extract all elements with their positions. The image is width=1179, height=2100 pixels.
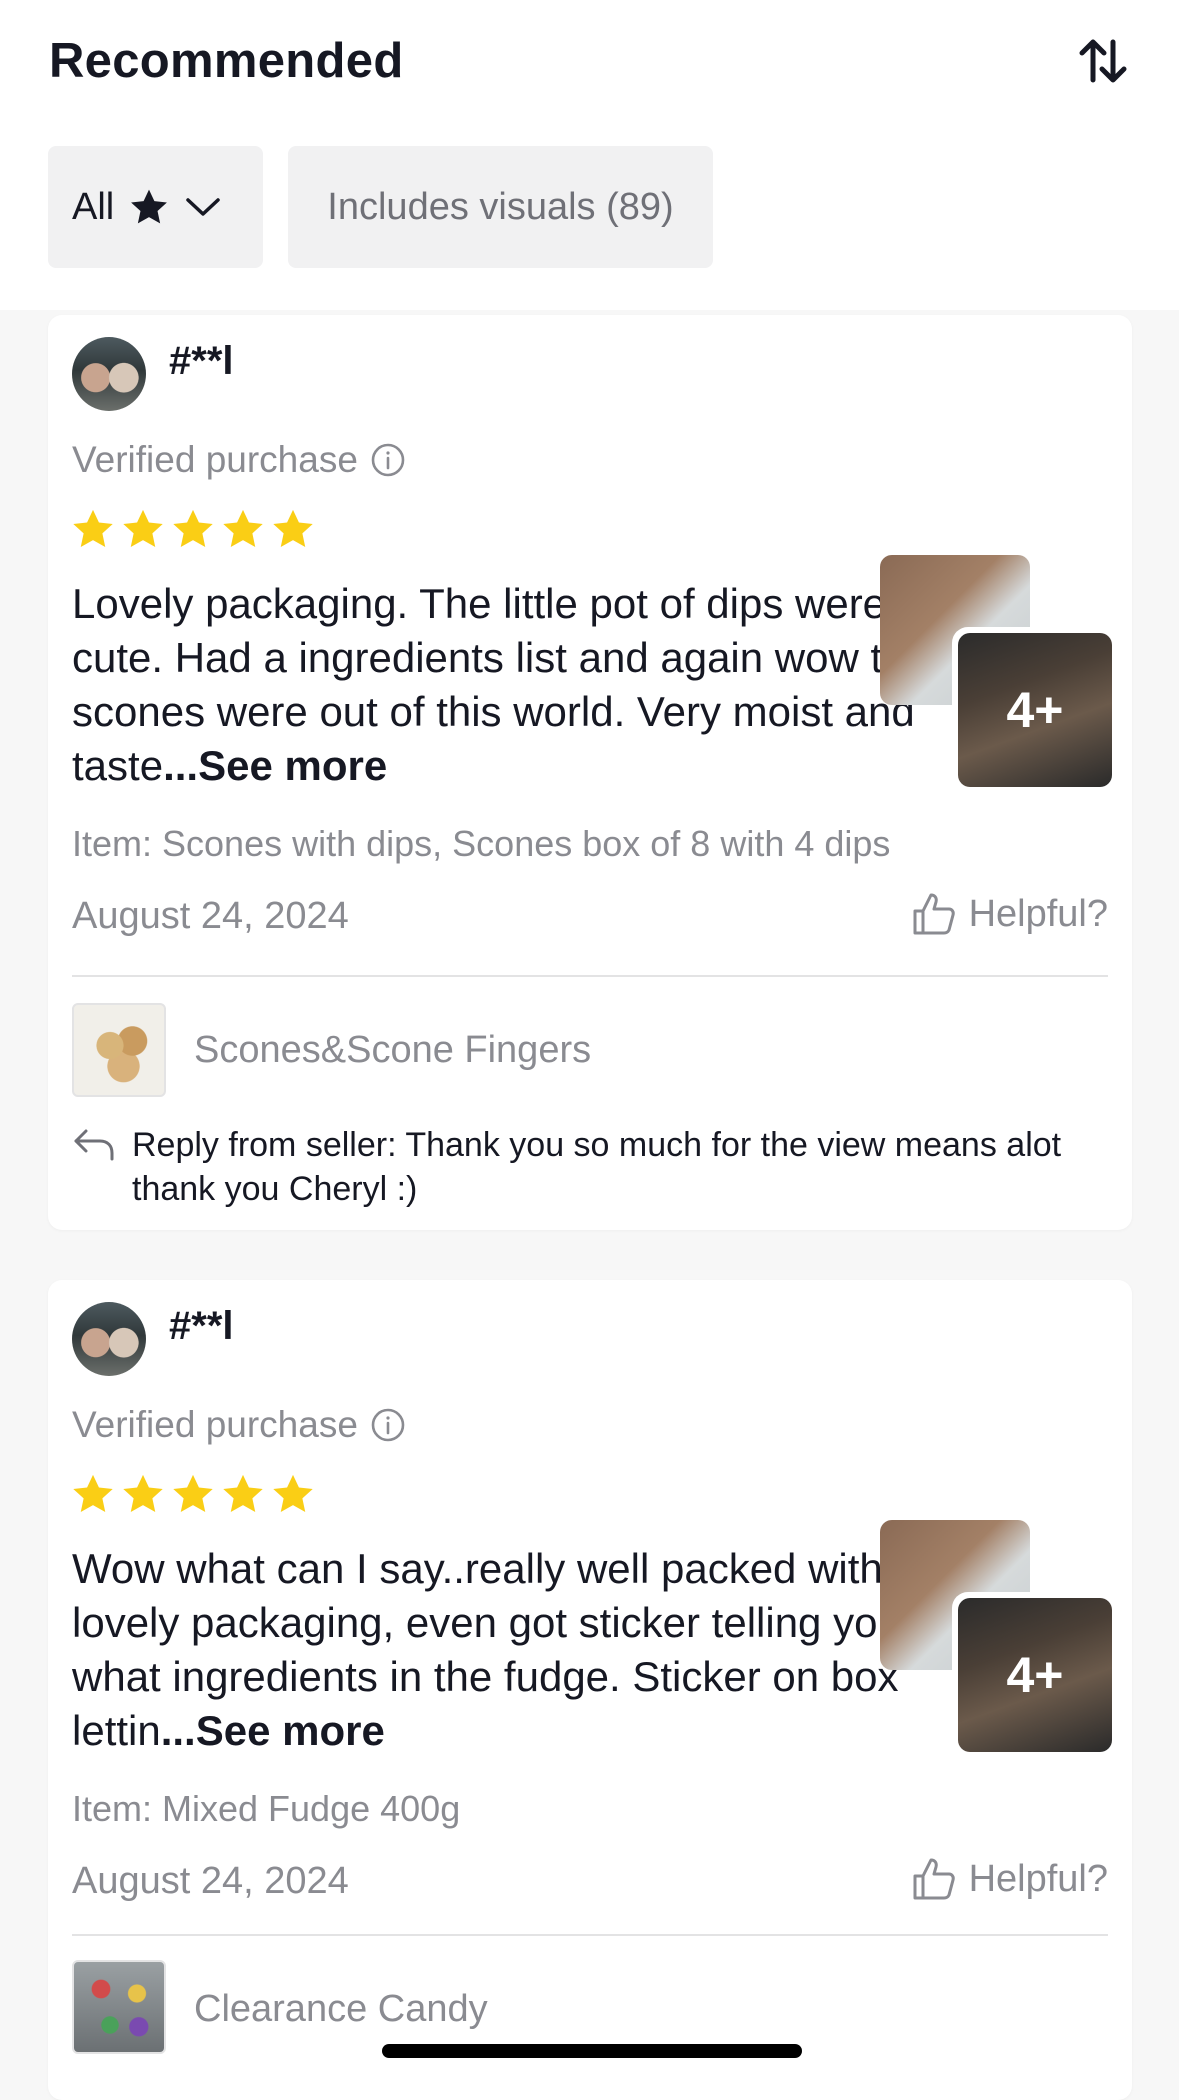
review-text[interactable]: Wow what can I say..really well packed w… (72, 1542, 942, 1758)
header: Recommended (0, 0, 1179, 140)
info-icon[interactable] (370, 1407, 406, 1443)
review-media[interactable]: 4+ (880, 1520, 1120, 1760)
helpful-label: Helpful? (968, 892, 1108, 935)
avatar[interactable] (72, 1302, 146, 1376)
reviewer-name[interactable]: #**l (169, 339, 234, 384)
info-icon[interactable] (370, 442, 406, 478)
star-icon (273, 509, 313, 547)
product-name[interactable]: Clearance Candy (194, 1988, 488, 2031)
verified-label: Verified purchase (72, 439, 358, 480)
seller-reply-text: Reply from seller: Thank you so much for… (132, 1126, 1062, 1208)
star-icon (223, 509, 263, 547)
see-more-link[interactable]: ...See more (161, 1707, 385, 1754)
rating-filter-chip[interactable]: All (48, 146, 263, 268)
sort-arrows-icon (1076, 34, 1130, 93)
helpful-label: Helpful? (968, 1857, 1108, 1900)
star-icon (123, 1474, 163, 1512)
item-variant: Item: Scones with dips, Scones box of 8 … (72, 823, 891, 864)
reviewer-name[interactable]: #**l (169, 1304, 234, 1349)
media-count: 4+ (1006, 1647, 1064, 1703)
filter-bar: All Includes visuals (89) (0, 140, 1179, 310)
star-icon (223, 1474, 263, 1512)
product-thumbnail[interactable] (72, 1003, 166, 1097)
rating-filter-label: All (72, 185, 115, 228)
home-indicator[interactable] (382, 2044, 802, 2058)
verified-purchase: Verified purchase (72, 1404, 406, 1446)
seller-reply: Reply from seller: Thank you so much for… (72, 1123, 1108, 1211)
star-icon (73, 509, 113, 547)
review-photo-more[interactable]: 4+ (952, 627, 1118, 793)
sort-button[interactable] (1068, 30, 1138, 96)
star-icon (123, 509, 163, 547)
star-icon (173, 509, 213, 547)
media-count: 4+ (1006, 682, 1064, 738)
star-rating (70, 1472, 316, 1516)
divider (72, 975, 1108, 977)
review-text[interactable]: Lovely packaging. The little pot of dips… (72, 577, 942, 793)
review-card: #**l Verified purchase Wow what can I sa… (48, 1280, 1132, 2100)
product-name[interactable]: Scones&Scone Fingers (194, 1029, 591, 1072)
divider (72, 1934, 1108, 1936)
review-photo-more[interactable]: 4+ (952, 1592, 1118, 1758)
helpful-button[interactable]: Helpful? (911, 891, 1108, 937)
review-card: #**l Verified purchase Lovely packaging.… (48, 315, 1132, 1230)
star-icon (128, 187, 170, 227)
verified-purchase: Verified purchase (72, 439, 406, 481)
star-icon (273, 1474, 313, 1512)
star-icon (73, 1474, 113, 1512)
review-media[interactable]: 4+ (880, 555, 1120, 795)
star-rating (70, 507, 316, 551)
review-date: August 24, 2024 (72, 1860, 349, 1902)
see-more-link[interactable]: ...See more (163, 742, 387, 789)
verified-label: Verified purchase (72, 1404, 358, 1445)
includes-visuals-chip[interactable]: Includes visuals (89) (288, 146, 713, 268)
avatar[interactable] (72, 337, 146, 411)
page-title: Recommended (49, 34, 404, 88)
star-icon (173, 1474, 213, 1512)
helpful-button[interactable]: Helpful? (911, 1856, 1108, 1902)
review-date: August 24, 2024 (72, 895, 349, 937)
thumbs-up-icon (911, 891, 957, 937)
reply-arrow-icon (72, 1123, 132, 1163)
item-variant: Item: Mixed Fudge 400g (72, 1788, 461, 1829)
thumbs-up-icon (911, 1856, 957, 1902)
chevron-down-icon (184, 195, 222, 219)
product-thumbnail[interactable] (72, 1960, 166, 2054)
